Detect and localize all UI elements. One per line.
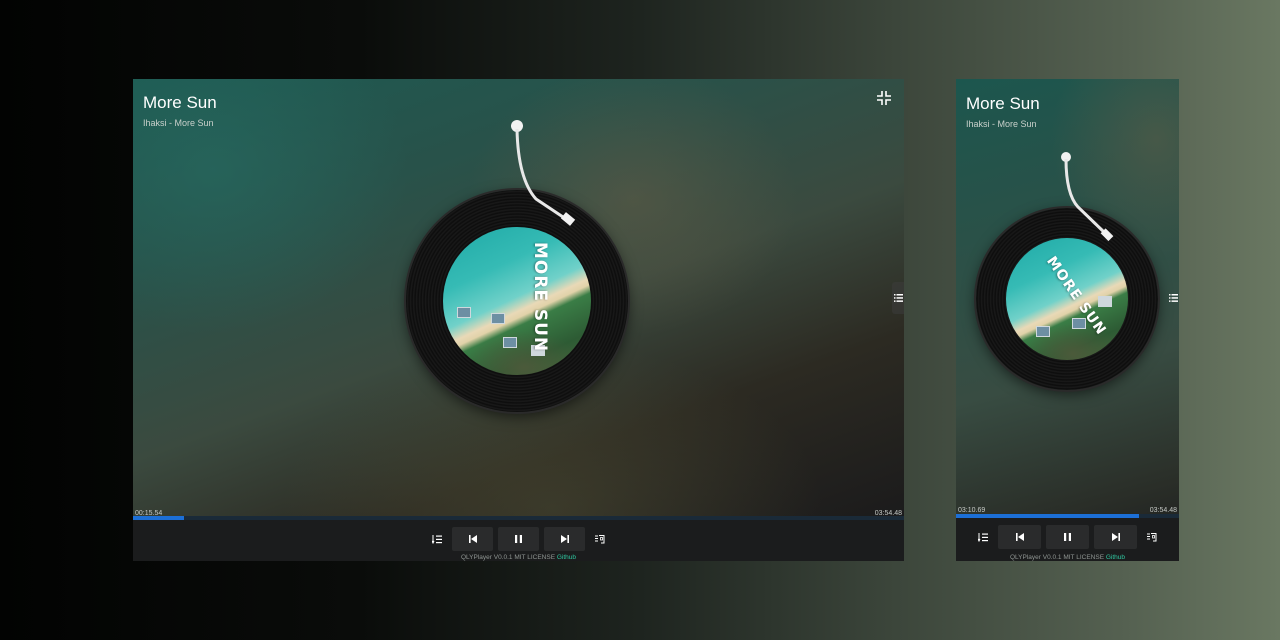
- song-artist: Ihaksi - More Sun: [143, 118, 214, 128]
- playlist-icon: [978, 532, 988, 542]
- playlist-button[interactable]: [973, 527, 993, 547]
- shrink-button[interactable]: [876, 90, 892, 106]
- lyrics-icon: [1147, 532, 1157, 541]
- previous-icon: [468, 535, 477, 543]
- footer-text: QLYPlayer V0.0.1 MIT LICENSE: [1009, 554, 1106, 561]
- control-bar: QLYPlayer V0.0.1 MIT LICENSE Github: [133, 520, 904, 561]
- pause-button[interactable]: [1046, 525, 1089, 549]
- previous-button[interactable]: [452, 527, 493, 551]
- pause-icon: [1064, 533, 1071, 541]
- footer-text: QLYPlayer V0.0.1 MIT LICENSE: [460, 554, 557, 561]
- mobile-player: More Sun Ihaksi - More Sun MORE SUN 03:1…: [956, 79, 1179, 561]
- playlist-button[interactable]: [427, 529, 447, 549]
- song-title: More Sun: [966, 94, 1040, 113]
- playlist-toggle-button[interactable]: [892, 282, 904, 314]
- song-artist: Ihaksi - More Sun: [966, 119, 1037, 129]
- pause-button[interactable]: [498, 527, 539, 551]
- next-button[interactable]: [544, 527, 585, 551]
- duration-time: 03:54.48: [1149, 507, 1177, 514]
- desktop-player: More Sun Ihaksi - More Sun MORE SUN 00:1…: [133, 79, 904, 561]
- footer: QLYPlayer V0.0.1 MIT LICENSE Github: [956, 554, 1179, 561]
- pause-icon: [515, 535, 522, 543]
- turntable: MORE SUN: [976, 149, 1166, 399]
- turntable: MORE SUN: [406, 119, 636, 419]
- github-link[interactable]: Github: [1106, 554, 1125, 561]
- next-button[interactable]: [1094, 525, 1137, 549]
- current-time: 03:10.69: [958, 507, 986, 514]
- lyrics-button[interactable]: [590, 529, 610, 549]
- previous-button[interactable]: [998, 525, 1041, 549]
- list-icon: [1168, 294, 1178, 302]
- playlist-toggle-button[interactable]: [1167, 282, 1179, 314]
- control-bar: QLYPlayer V0.0.1 MIT LICENSE Github: [956, 518, 1179, 561]
- previous-icon: [1015, 533, 1024, 541]
- lyrics-button[interactable]: [1142, 527, 1162, 547]
- song-title: More Sun: [143, 93, 217, 112]
- tonearm: [1061, 152, 1114, 242]
- footer: QLYPlayer V0.0.1 MIT LICENSE Github: [133, 554, 904, 561]
- next-icon: [1111, 533, 1120, 541]
- playlist-icon: [432, 534, 442, 544]
- next-icon: [560, 535, 569, 543]
- list-icon: [893, 294, 903, 302]
- lyrics-icon: [595, 534, 605, 543]
- github-link[interactable]: Github: [557, 554, 576, 561]
- tonearm: [511, 120, 576, 226]
- shrink-icon: [877, 91, 891, 105]
